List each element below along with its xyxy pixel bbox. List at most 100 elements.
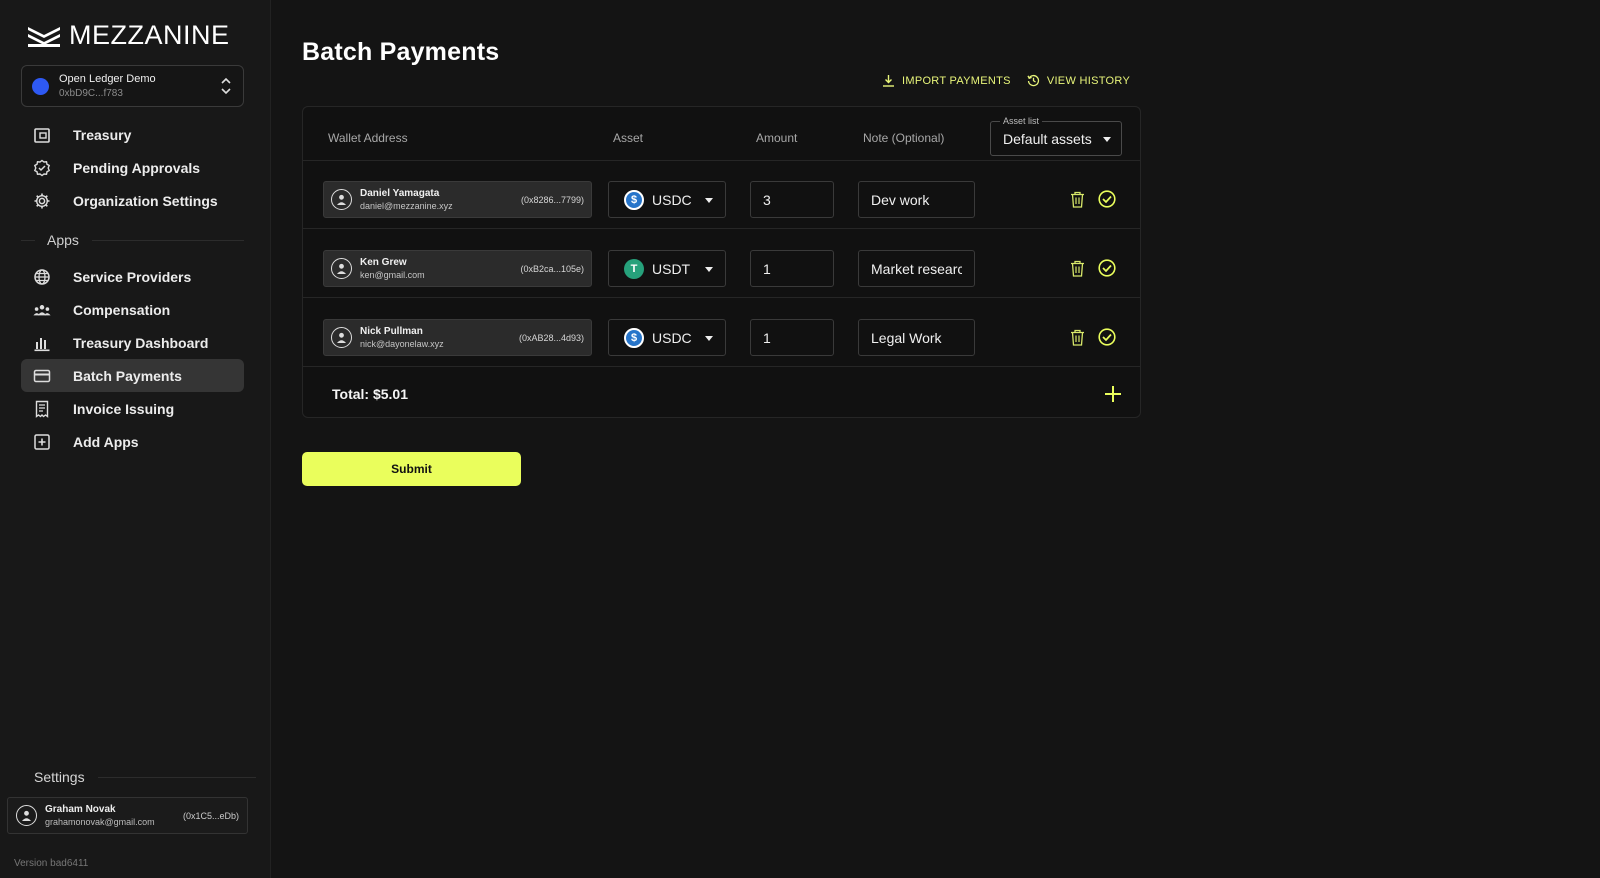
download-icon (883, 75, 894, 87)
apps-section-label: Apps (47, 232, 79, 248)
recipient-name: Nick Pullman (360, 326, 423, 337)
mezzanine-logo-icon (28, 26, 60, 47)
globe-icon (33, 268, 51, 286)
asset-name: USDC (652, 329, 692, 346)
top-actions: IMPORT PAYMENTS VIEW HISTORY (882, 74, 1130, 87)
recipient-email: nick@dayonelaw.xyz (360, 339, 444, 349)
brand-logo[interactable]: MEZZANINE (27, 20, 230, 51)
trash-icon[interactable] (1068, 259, 1086, 277)
asset-list-legend: Asset list (1000, 116, 1043, 126)
wallet-address-select[interactable]: Daniel Yamagata daniel@mezzanine.xyz (0x… (323, 181, 592, 218)
nav-label: Compensation (73, 301, 171, 318)
org-switcher[interactable]: Open Ledger Demo 0xbD9C...f783 (21, 65, 244, 107)
recipient-email: daniel@mezzanine.xyz (360, 201, 453, 211)
user-email: grahamonovak@gmail.com (45, 817, 155, 827)
table-header: Wallet Address Asset Amount Note (Option… (303, 107, 1140, 161)
check-circle-icon[interactable] (1098, 190, 1116, 208)
user-avatar-icon (331, 327, 352, 348)
check-circle-icon[interactable] (1098, 328, 1116, 346)
note-input[interactable] (858, 319, 975, 356)
import-payments-label: IMPORT PAYMENTS (902, 74, 1011, 87)
asset-list-select[interactable]: Asset list Default assets (990, 116, 1122, 156)
batch-payments-table: Wallet Address Asset Amount Note (Option… (302, 106, 1141, 418)
asset-select[interactable]: T USDT (608, 250, 726, 287)
usdc-coin-icon: $ (624, 189, 644, 210)
wallet-address-select[interactable]: Nick Pullman nick@dayonelaw.xyz (0xAB28.… (323, 319, 592, 356)
caret-down-icon (705, 267, 713, 272)
asset-name: USDC (652, 191, 692, 208)
header-asset: Asset (613, 131, 644, 145)
wallet-address-select[interactable]: Ken Grew ken@gmail.com (0xB2ca...105e) (323, 250, 592, 287)
nav-label: Add Apps (73, 433, 139, 450)
caret-down-icon (705, 336, 713, 341)
divider (21, 240, 35, 241)
submit-button[interactable]: Submit (302, 452, 521, 486)
note-input[interactable] (858, 250, 975, 287)
note-input[interactable] (858, 181, 975, 218)
recipient-name: Daniel Yamagata (360, 188, 440, 199)
asset-select[interactable]: $ USDC (608, 319, 726, 356)
wallet-icon (33, 126, 51, 144)
amount-input[interactable] (750, 250, 834, 287)
check-circle-icon[interactable] (1098, 259, 1116, 277)
amount-input[interactable] (750, 319, 834, 356)
table-row: Nick Pullman nick@dayonelaw.xyz (0xAB28.… (303, 299, 1140, 367)
org-address: 0xbD9C...f783 (59, 87, 123, 99)
divider (92, 240, 244, 241)
credit-card-icon (33, 367, 51, 385)
user-name: Graham Novak (45, 804, 116, 815)
bar-chart-icon (33, 334, 51, 352)
user-address: (0x1C5...eDb) (182, 810, 239, 821)
page-title: Batch Payments (302, 38, 500, 66)
settings-label[interactable]: Settings (34, 769, 85, 785)
apps-nav: Service Providers Compensation Treasury … (21, 260, 244, 458)
asset-list-value: Default assets (1003, 131, 1092, 147)
gear-icon (33, 192, 51, 210)
caret-down-icon (705, 198, 713, 203)
nav-label: Treasury Dashboard (73, 334, 209, 351)
table-row: Daniel Yamagata daniel@mezzanine.xyz (0x… (303, 161, 1140, 229)
user-avatar-icon (331, 189, 352, 210)
recipient-name: Ken Grew (360, 257, 407, 268)
trash-icon[interactable] (1068, 328, 1086, 346)
recipient-address: (0x8286...7799) (520, 194, 584, 205)
trash-icon[interactable] (1068, 190, 1086, 208)
receipt-icon (33, 400, 51, 418)
recipient-address: (0xB2ca...105e) (520, 263, 584, 274)
nav-item-invoice-issuing[interactable]: Invoice Issuing (21, 392, 244, 425)
sidebar: MEZZANINE Open Ledger Demo 0xbD9C...f783… (0, 0, 271, 878)
recipient-email: ken@gmail.com (360, 270, 425, 280)
nav-item-batch-payments[interactable]: Batch Payments (21, 359, 244, 392)
nav-label: Organization Settings (73, 192, 218, 209)
nav-item-treasury-dashboard[interactable]: Treasury Dashboard (21, 326, 244, 359)
org-avatar (32, 77, 49, 95)
user-card[interactable]: Graham Novak grahamonovak@gmail.com (0x1… (7, 797, 248, 834)
nav-item-organization-settings[interactable]: Organization Settings (21, 184, 244, 217)
divider (98, 777, 256, 778)
nav-item-pending-approvals[interactable]: Pending Approvals (21, 151, 244, 184)
amount-input[interactable] (750, 181, 834, 218)
nav-item-service-providers[interactable]: Service Providers (21, 260, 244, 293)
nav-item-compensation[interactable]: Compensation (21, 293, 244, 326)
badge-check-icon (33, 159, 51, 177)
import-payments-button[interactable]: IMPORT PAYMENTS (882, 74, 1011, 87)
table-row: Ken Grew ken@gmail.com (0xB2ca...105e) T… (303, 230, 1140, 298)
header-wallet-address: Wallet Address (328, 131, 408, 145)
nav-item-add-apps[interactable]: Add Apps (21, 425, 244, 458)
nav-label: Invoice Issuing (73, 400, 175, 417)
brand-name: MEZZANINE (69, 20, 230, 50)
asset-select[interactable]: $ USDC (608, 181, 726, 218)
nav-label: Batch Payments (73, 367, 182, 384)
history-icon (1027, 74, 1039, 87)
org-name: Open Ledger Demo (59, 72, 156, 85)
header-amount: Amount (756, 131, 798, 145)
view-history-button[interactable]: VIEW HISTORY (1027, 74, 1130, 87)
nav-item-treasury[interactable]: Treasury (21, 118, 244, 151)
total-amount: Total: $5.01 (332, 386, 408, 402)
user-avatar-icon (331, 258, 352, 279)
main-nav: Treasury Pending Approvals Organization … (21, 118, 244, 217)
nav-label: Pending Approvals (73, 159, 201, 176)
plus-icon[interactable] (1102, 383, 1124, 405)
usdc-coin-icon: $ (624, 327, 644, 348)
plus-square-icon (33, 433, 51, 451)
